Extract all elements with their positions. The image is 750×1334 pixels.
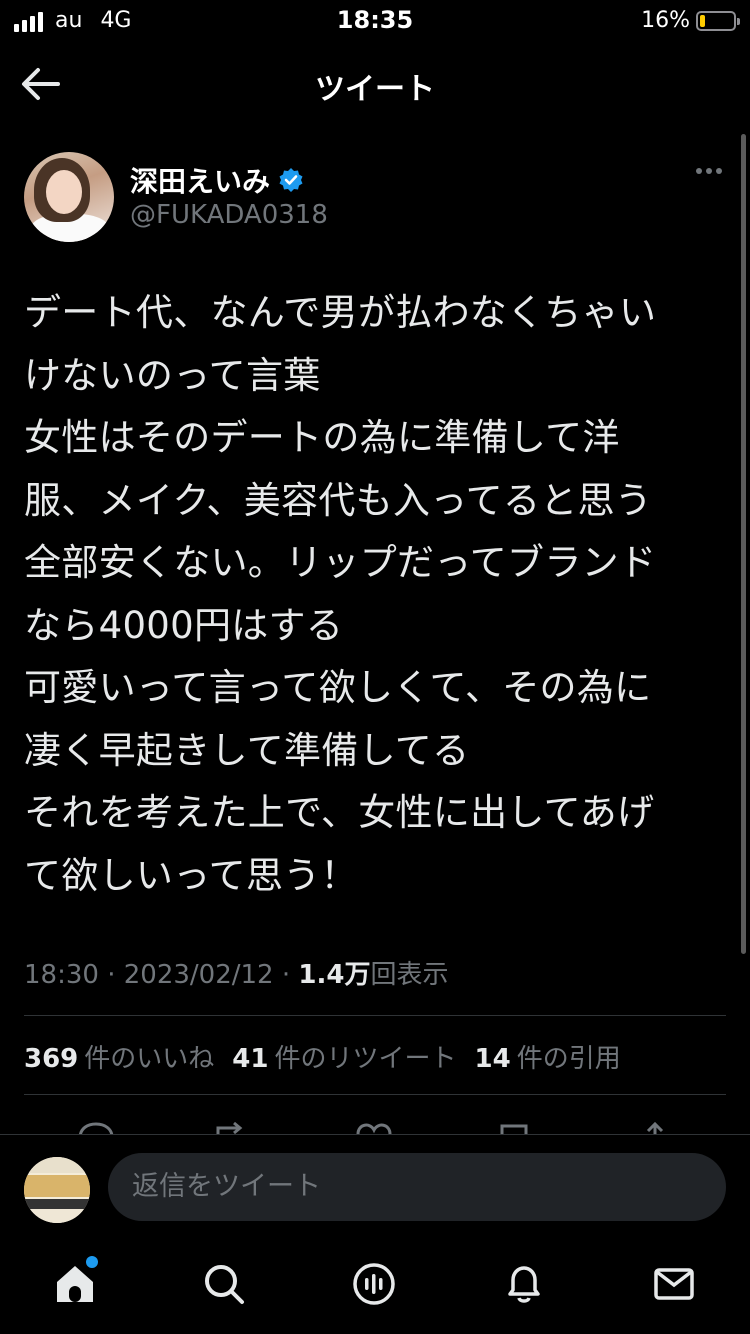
author-handle[interactable]: @FUKADA0318 [130,200,328,230]
divider [24,1015,726,1016]
tweet-text-line: て欲しいって思う！ [24,853,358,897]
retweets-label: 件のリツイート [274,1044,457,1074]
avatar[interactable] [24,152,114,242]
tweet-text-line: 女性はそのデートの為に準備して洋 [24,416,620,459]
meta-separator: · [281,960,291,990]
battery-level [700,14,706,27]
home-notification-dot [86,1256,98,1268]
tweet-text-line: それを考えた上で、女性に出してあげ [24,791,655,834]
retweet-icon[interactable] [212,1122,252,1134]
tweet-text-line: なら4000円はする [24,603,344,647]
verified-badge-icon [279,168,303,192]
retweets-count: 41 [232,1044,269,1074]
clock: 18:35 [336,6,414,34]
tweet-text: デート代、なんで男が払わなくちゃい けないのって言葉 女性はそのデートの為に準備… [24,282,734,907]
tweet-meta: 18:30 · 2023/02/12 · 1.4万回表示 [24,954,448,991]
retweets-stat[interactable]: 41 件のリツイート [232,1038,456,1075]
tweet-date[interactable]: 2023/02/12 [124,960,274,990]
quotes-stat[interactable]: 14 件の引用 [475,1038,621,1075]
quotes-label: 件の引用 [516,1044,621,1074]
battery-icon [696,10,740,31]
more-options-icon[interactable] [696,168,722,174]
likes-label: 件のいいね [84,1044,215,1074]
tweet-time[interactable]: 18:30 [24,960,99,990]
tab-bar [0,1238,750,1334]
battery-percent: 16% [641,8,690,33]
likes-count: 369 [24,1044,79,1074]
tweet-actions [0,1116,750,1134]
tweet-text-line: 可愛いって言って欲しくて、その為に [24,666,652,709]
tweet-stats: 369 件のいいね 41 件のリツイート 14 件の引用 [24,1038,639,1075]
spaces-icon[interactable] [352,1262,396,1306]
home-icon[interactable] [53,1262,97,1306]
avatar[interactable] [24,1157,90,1223]
quotes-count: 14 [474,1044,511,1074]
page-title: ツイート [315,72,435,107]
tweet-text-line: けないのって言葉 [24,353,321,397]
share-icon[interactable] [640,1122,670,1134]
likes-stat[interactable]: 369 件のいいね [24,1038,214,1075]
tweet-author: 深田えいみ @FUKADA0318 [24,152,726,248]
status-bar: au 4G 18:35 16% [0,0,750,44]
views-count: 1.4万 [298,960,371,990]
scrollbar[interactable] [741,134,746,954]
meta-separator: · [107,960,116,990]
tweet-text-line: デート代、なんで男が払わなくちゃい [24,291,657,334]
like-icon[interactable] [354,1122,394,1134]
divider [24,1094,726,1095]
navigation-header: ツイート [0,44,750,124]
search-icon[interactable] [202,1262,246,1306]
views-label: 回表示 [370,960,449,990]
author-display-name[interactable]: 深田えいみ [130,160,270,200]
reply-bar: 返信をツイート [0,1134,750,1238]
messages-icon[interactable] [652,1262,696,1306]
bookmark-icon[interactable] [498,1122,530,1134]
notifications-icon[interactable] [502,1262,546,1306]
tweet-text-line: 全部安くない。リップだってブランド [24,541,657,584]
tweet-text-line: 凄く早起きして準備してる [24,728,470,772]
tweet-text-line: 服、メイク、美容代も入ってると思う [24,478,653,522]
reply-icon[interactable] [76,1122,116,1134]
reply-input[interactable]: 返信をツイート [108,1153,726,1221]
